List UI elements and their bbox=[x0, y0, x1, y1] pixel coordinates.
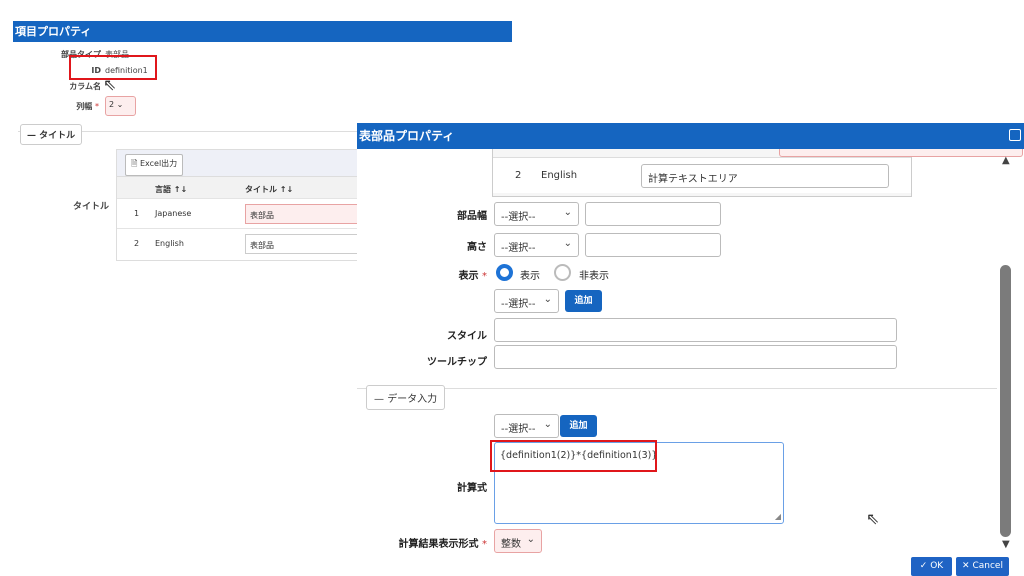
dialog-titlebar: 表部品プロパティ bbox=[357, 123, 1024, 149]
chevron-down-icon: ⌄ bbox=[543, 419, 552, 430]
excel-export-button[interactable]: 🗎 Excel出力 bbox=[125, 154, 184, 176]
result-format-select[interactable]: 整数 ⌄ bbox=[494, 529, 542, 553]
display-add-button[interactable]: 追加 bbox=[565, 290, 602, 312]
table-row: 2 English 表部品 bbox=[117, 228, 360, 258]
height-select[interactable]: --選択-- ⌄ bbox=[494, 233, 579, 257]
row-number: 2 bbox=[515, 170, 522, 181]
scrollbar-thumb[interactable] bbox=[1000, 265, 1011, 537]
display-show-label: 表示 bbox=[520, 271, 540, 282]
row-number: 2 bbox=[134, 239, 140, 248]
row-language: English bbox=[541, 170, 578, 181]
display-hide-label: 非表示 bbox=[579, 271, 609, 282]
collapse-icon: — bbox=[374, 394, 384, 405]
display-show-radio[interactable] bbox=[496, 264, 513, 281]
display-hide-radio[interactable] bbox=[554, 264, 571, 281]
vertical-scrollbar[interactable]: ▲ ▼ bbox=[997, 149, 1024, 550]
chevron-down-icon: ⌄ bbox=[563, 207, 572, 218]
data-input-add-button[interactable]: 追加 bbox=[560, 415, 597, 437]
formula-label: 計算式 bbox=[457, 483, 487, 494]
excel-file-icon: 🗎 bbox=[131, 159, 138, 168]
scroll-down-icon[interactable]: ▼ bbox=[1002, 539, 1010, 550]
formula-highlight-box bbox=[490, 440, 657, 472]
table-row: 1 Japanese 表部品 bbox=[117, 198, 360, 228]
title-input[interactable] bbox=[779, 149, 1023, 157]
dialog-content: 2 English 計算テキストエリア 部品幅 --選択-- ⌄ 高さ --選択-… bbox=[357, 149, 1023, 553]
title-row-label: タイトル bbox=[72, 202, 109, 212]
part-width-label: 部品幅 bbox=[457, 211, 487, 222]
table-row: 2 English 計算テキストエリア bbox=[493, 157, 911, 193]
chevron-down-icon: ⌄ bbox=[526, 534, 535, 545]
close-icon: ✕ bbox=[962, 561, 970, 571]
table-toolbar: 🗎 Excel出力 bbox=[117, 150, 359, 176]
title-table: 🗎 Excel出力 言語 ↑↓ タイトル ↑↓ 1 Japanese 表部品 2… bbox=[116, 149, 360, 261]
tooltip-input[interactable] bbox=[494, 345, 897, 369]
display-option-select[interactable]: --選択-- ⌄ bbox=[494, 289, 559, 313]
title-input[interactable]: 表部品 bbox=[245, 234, 360, 254]
height-label: 高さ bbox=[467, 242, 487, 253]
column-header-language[interactable]: 言語 ↑↓ bbox=[155, 184, 187, 195]
resize-grip-icon[interactable]: ◢ bbox=[775, 512, 781, 521]
table-part-properties-dialog: 表部品プロパティ 2 English 計算テキストエリア 部品幅 --選択-- ⌄… bbox=[357, 123, 1024, 576]
scroll-up-icon[interactable]: ▲ bbox=[1002, 155, 1010, 166]
title-input[interactable]: 表部品 bbox=[245, 204, 360, 224]
title-input[interactable]: 計算テキストエリア bbox=[641, 164, 889, 188]
chevron-down-icon: ⌄ bbox=[543, 294, 552, 305]
maximize-icon[interactable] bbox=[1009, 129, 1021, 141]
mouse-cursor-icon: ⇖ bbox=[866, 509, 880, 528]
chevron-down-icon: ⌄ bbox=[563, 238, 572, 249]
column-header-title[interactable]: タイトル ↑↓ bbox=[245, 184, 293, 195]
row-language: English bbox=[155, 239, 184, 248]
collapse-icon: — bbox=[27, 131, 36, 141]
row-language: Japanese bbox=[155, 209, 192, 218]
column-width-select[interactable]: 2 ⌄ bbox=[105, 96, 136, 116]
part-width-select[interactable]: --選択-- ⌄ bbox=[494, 202, 579, 226]
divider bbox=[357, 388, 997, 389]
result-format-label: 計算結果表示形式 * bbox=[398, 539, 487, 550]
column-width-label: 列幅 * bbox=[76, 102, 99, 111]
data-input-select[interactable]: --選択-- ⌄ bbox=[494, 414, 559, 438]
dialog-title: 表部品プロパティ bbox=[359, 129, 455, 143]
part-width-input[interactable] bbox=[585, 202, 721, 226]
display-label: 表示 * bbox=[458, 271, 487, 282]
height-input[interactable] bbox=[585, 233, 721, 257]
table-header-row: 言語 ↑↓ タイトル ↑↓ bbox=[117, 176, 359, 198]
item-properties-titlebar: 項目プロパティ bbox=[13, 21, 512, 42]
ok-button[interactable]: ✓ OK bbox=[911, 557, 952, 576]
mouse-cursor-icon: ⇖ bbox=[103, 75, 117, 94]
cancel-button[interactable]: ✕ Cancel bbox=[956, 557, 1009, 576]
data-input-section-toggle[interactable]: — データ入力 bbox=[366, 385, 446, 410]
style-label: スタイル bbox=[447, 331, 487, 342]
title-section-toggle[interactable]: — タイトル bbox=[20, 124, 83, 145]
check-icon: ✓ bbox=[919, 561, 928, 571]
title-table: 2 English 計算テキストエリア bbox=[492, 149, 1023, 197]
row-number: 1 bbox=[134, 209, 140, 218]
style-input[interactable] bbox=[494, 318, 897, 342]
column-name-label: カラム名 bbox=[69, 82, 101, 91]
tooltip-label: ツールチップ bbox=[427, 357, 487, 368]
chevron-down-icon: ⌄ bbox=[116, 100, 124, 109]
